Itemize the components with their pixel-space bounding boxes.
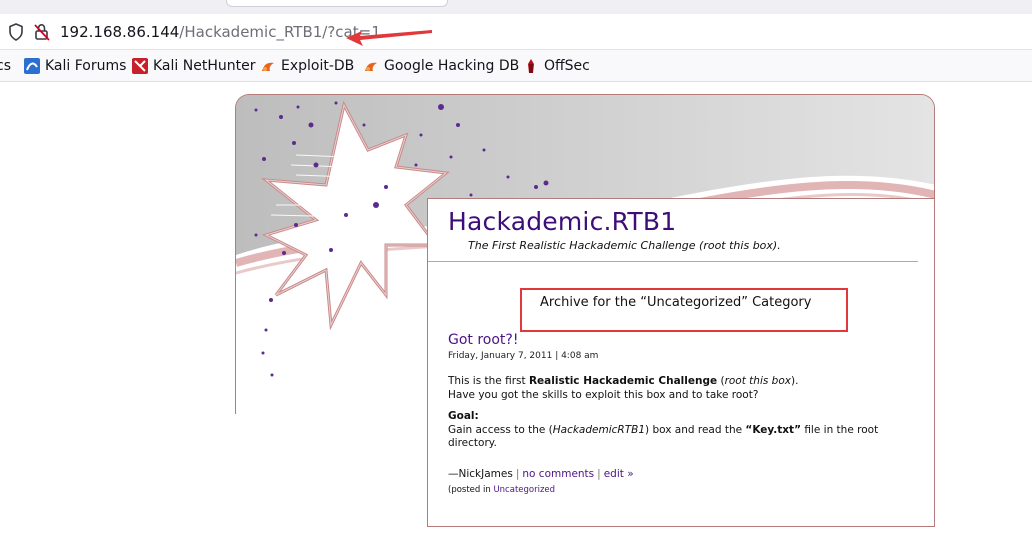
goal-key-file: “Key.txt” <box>745 423 801 436</box>
meta-separator: | <box>597 468 601 480</box>
offsec-icon <box>528 59 534 73</box>
bookmark-kali-docs[interactable]: cs <box>0 57 11 75</box>
url-text[interactable]: 192.168.86.144/Hackademic_RTB1/?cat=1 <box>60 23 381 41</box>
archive-heading: Archive for the “Uncategorized” Category <box>540 295 811 310</box>
bookmark-label: OffSec <box>544 58 590 74</box>
blog-description: The First Realistic Hackademic Challenge… <box>468 239 781 252</box>
bookmark-label: cs <box>0 58 11 74</box>
goal-italic: HackademicRTB1 <box>552 423 646 436</box>
exploit-db-icon <box>262 62 274 71</box>
post-goal: Goal: Gain access to the (HackademicRTB1… <box>448 410 918 451</box>
meta-separator: | <box>515 468 520 480</box>
edit-link[interactable]: edit » <box>604 468 634 480</box>
kali-forums-icon <box>24 58 40 74</box>
insecure-lock-icon[interactable] <box>34 23 50 41</box>
url-host: 192.168.86.144 <box>60 23 180 41</box>
post-author: —NickJames <box>448 468 513 480</box>
post-body: This is the first Realistic Hackademic C… <box>448 375 918 459</box>
comments-link[interactable]: no comments <box>522 468 594 480</box>
goal-text: ) box and read the <box>645 423 746 436</box>
bookmarks-toolbar: cs Kali Forums Kali NetHunter Exploit-DB… <box>0 50 1032 82</box>
blog-title[interactable]: Hackademic.RTB1 <box>448 207 676 236</box>
bookmark-google-hacking-db[interactable]: Google Hacking DB <box>363 57 519 75</box>
goal-label: Goal: <box>448 410 479 422</box>
bookmark-exploit-db[interactable]: Exploit-DB <box>260 57 354 75</box>
post-meta: —NickJames | no comments | edit » <box>448 468 634 480</box>
bookmark-label: Exploit-DB <box>281 58 355 74</box>
tracking-shield-icon[interactable] <box>8 23 24 41</box>
tab-strip <box>0 0 1032 14</box>
post-title-link[interactable]: Got root?! <box>448 332 518 348</box>
archive-prefix: Archive for the <box>540 295 637 310</box>
archive-suffix: Category <box>752 295 812 310</box>
bookmark-kali-nethunter[interactable]: Kali NetHunter <box>132 57 255 75</box>
header-divider <box>428 261 918 262</box>
intro-italic: root this box <box>724 375 791 387</box>
nethunter-icon <box>132 58 148 74</box>
red-arrow-annotation <box>346 30 432 46</box>
post-intro: This is the first Realistic Hackademic C… <box>448 375 918 402</box>
bookmark-kali-forums[interactable]: Kali Forums <box>24 57 126 75</box>
archive-category: “Uncategorized” <box>640 295 748 310</box>
ghdb-icon <box>365 62 377 71</box>
address-bar[interactable]: 192.168.86.144/Hackademic_RTB1/?cat=1 <box>0 14 1032 50</box>
active-tab[interactable] <box>226 0 448 7</box>
intro-bold: Realistic Hackademic Challenge <box>528 375 718 387</box>
filed-prefix: (posted in <box>448 485 494 495</box>
intro-question: Have you got the skills to exploit this … <box>448 388 759 401</box>
intro-text: ( <box>717 375 725 387</box>
bookmark-label: Google Hacking DB <box>384 58 520 74</box>
intro-text: ). <box>790 375 799 387</box>
post-date: Friday, January 7, 2011 | 4:08 am <box>448 351 599 361</box>
category-link[interactable]: Uncategorized <box>493 485 555 495</box>
bookmark-offsec[interactable]: OffSec <box>523 57 590 75</box>
intro-text: This is the first <box>448 375 529 387</box>
bookmark-label: Kali Forums <box>45 58 127 74</box>
content-panel: Hackademic.RTB1 The First Realistic Hack… <box>427 198 935 527</box>
post-filed-under: (posted in Uncategorized <box>448 485 555 495</box>
bookmark-label: Kali NetHunter <box>153 58 256 74</box>
goal-text: Gain access to the ( <box>448 423 553 436</box>
